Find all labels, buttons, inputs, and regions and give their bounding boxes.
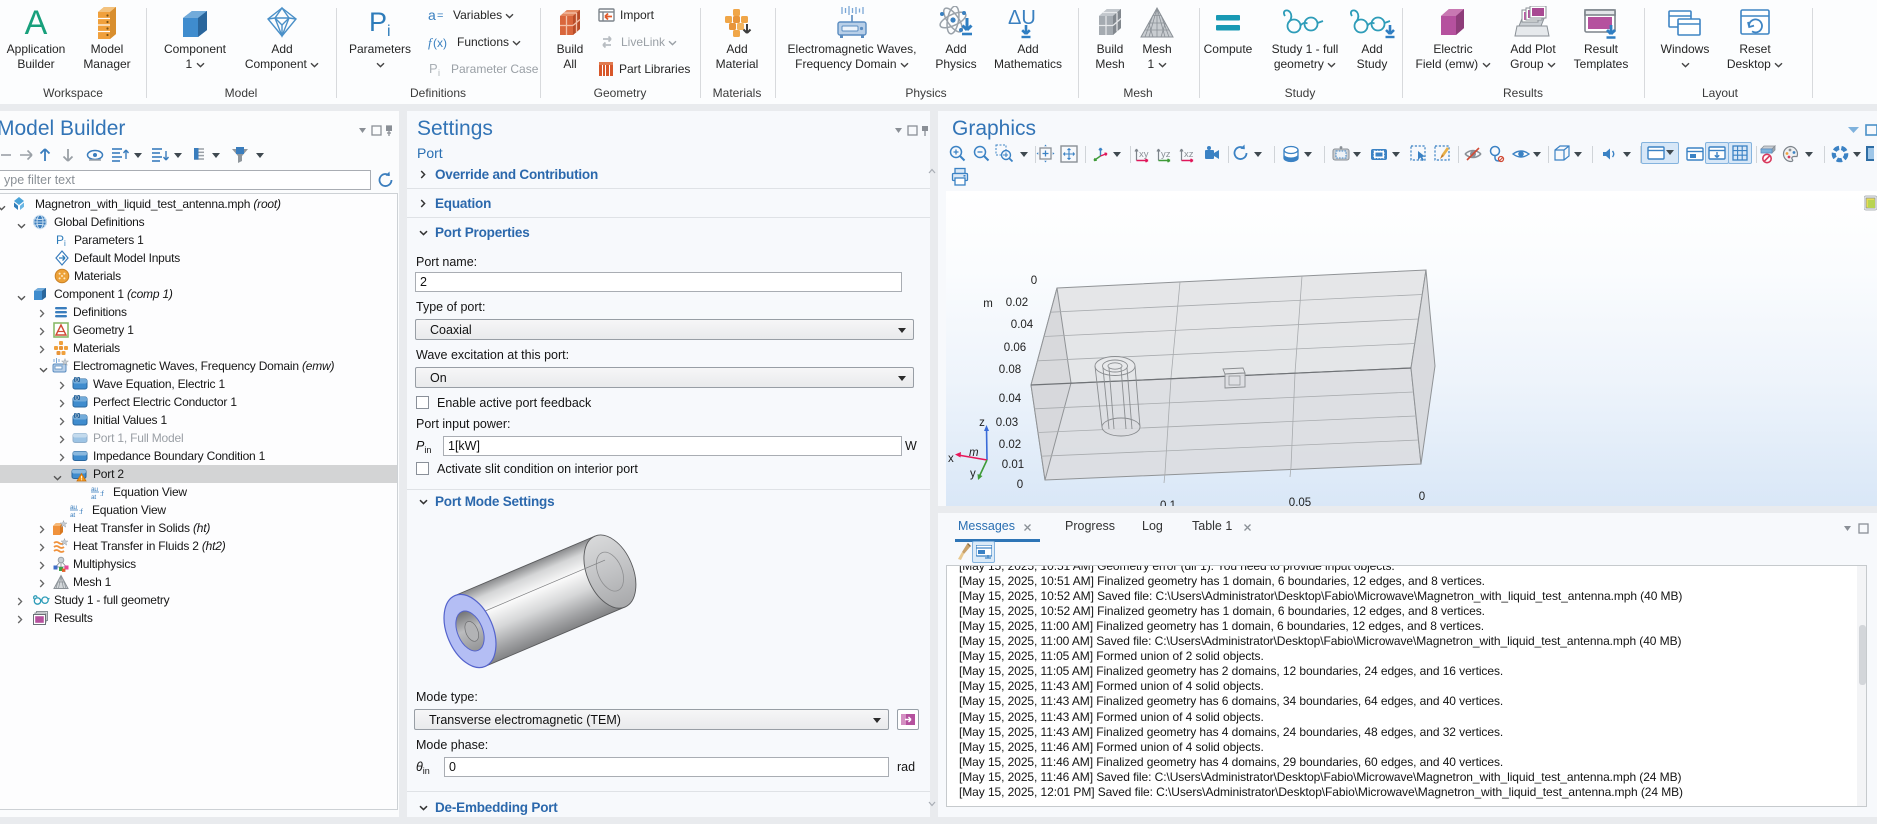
svg-text:i: i <box>387 23 391 40</box>
svg-text:D: D <box>75 414 79 420</box>
svg-text:0.05: 0.05 <box>1289 497 1311 506</box>
svg-text:at: at <box>70 512 75 518</box>
svg-text:0.02: 0.02 <box>999 439 1021 451</box>
svg-text:z: z <box>979 417 985 429</box>
svg-text::f: :f <box>79 509 83 516</box>
svg-text:0.03: 0.03 <box>996 417 1018 429</box>
svg-text:0: 0 <box>1031 275 1037 287</box>
svg-text:m: m <box>983 298 993 310</box>
svg-text:D: D <box>75 396 79 402</box>
svg-text:ΔU: ΔU <box>1008 7 1036 29</box>
svg-text::f: :f <box>100 491 104 498</box>
svg-text:i: i <box>64 239 66 248</box>
svg-text:0.02: 0.02 <box>1006 297 1028 309</box>
svg-text:0.04: 0.04 <box>1011 319 1034 331</box>
svg-text:0.04: 0.04 <box>999 393 1022 405</box>
svg-text:i: i <box>438 68 440 77</box>
svg-text:m: m <box>969 447 979 459</box>
svg-text:0.06: 0.06 <box>1004 342 1026 354</box>
svg-text:P: P <box>369 7 387 37</box>
svg-text:A: A <box>25 6 48 40</box>
svg-text:(x): (x) <box>433 36 447 50</box>
svg-text:0.1: 0.1 <box>1160 500 1176 506</box>
svg-text:D: D <box>75 378 79 384</box>
svg-text:0: 0 <box>1419 491 1425 503</box>
svg-text:y: y <box>970 468 976 480</box>
svg-text:=: = <box>437 10 443 22</box>
svg-text:at: at <box>91 494 96 500</box>
svg-text:0.01: 0.01 <box>1002 459 1024 471</box>
svg-text:0.08: 0.08 <box>999 364 1021 376</box>
svg-text:P: P <box>56 233 64 247</box>
svg-text:0: 0 <box>1017 479 1023 491</box>
svg-text:a: a <box>428 7 436 23</box>
svg-text:P: P <box>429 61 438 76</box>
svg-text:x: x <box>948 453 954 465</box>
